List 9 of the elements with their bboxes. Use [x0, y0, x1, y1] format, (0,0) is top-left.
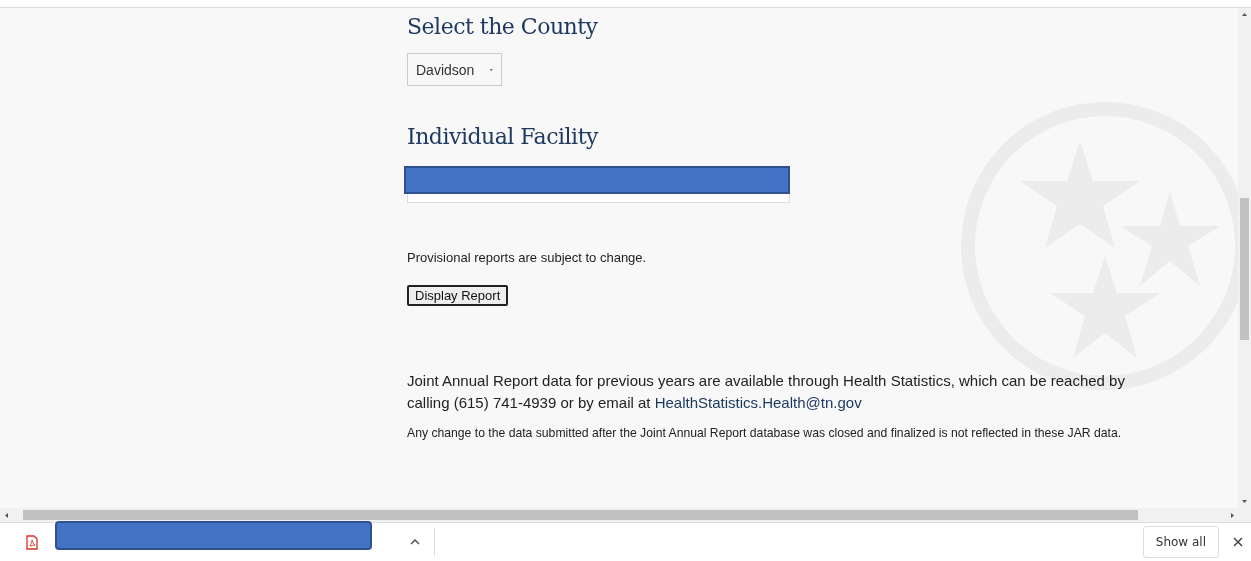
disclaimer-text: Any change to the data submitted after the Joint Annual Report database was closed and finalized is not reflected in these JAR data.: [407, 426, 1123, 440]
facility-heading: Individual Facility: [407, 124, 598, 149]
county-select[interactable]: Davidson: [407, 53, 502, 86]
provisional-note: Provisional reports are subject to change.: [407, 250, 648, 265]
show-all-button[interactable]: Show all: [1142, 526, 1219, 558]
availability-note: Joint Annual Report data for previous years are available through Health Statistics, which can be reached by calling (615) 741-4939 or by email at HealthStatistics.Health@tn.gov: [407, 371, 1126, 413]
county-heading: Select the County: [407, 14, 598, 39]
email-link[interactable]: HealthStatistics.Health@tn.gov: [654, 394, 862, 411]
display-report-button[interactable]: Display Report: [407, 285, 509, 306]
